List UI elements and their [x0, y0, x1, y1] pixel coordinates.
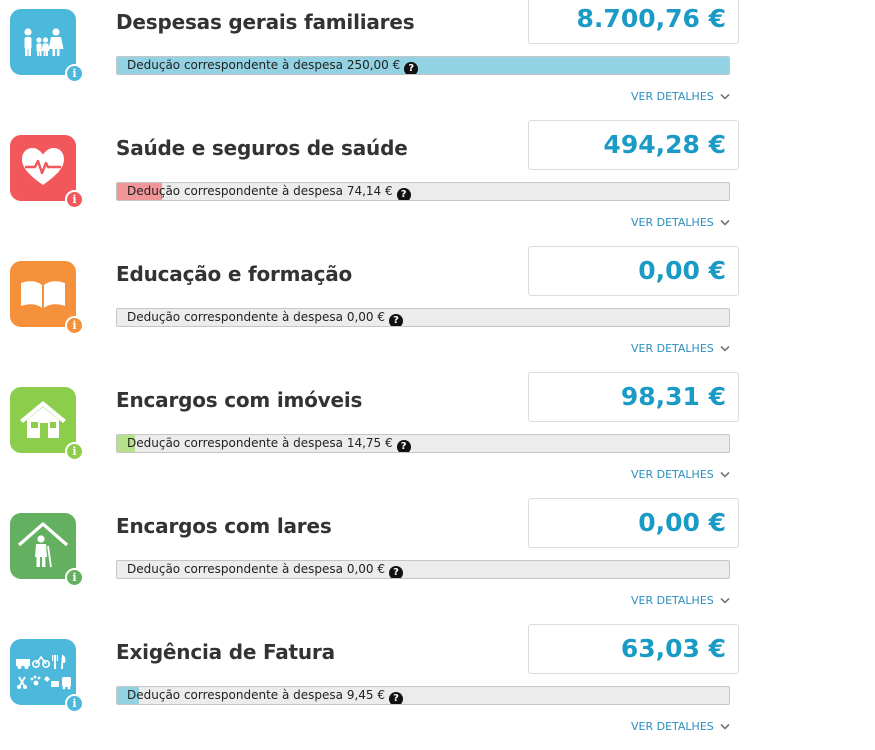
ver-detalhes-link[interactable]: VER DETALHES — [631, 90, 730, 103]
ver-detalhes-link[interactable]: VER DETALHES — [631, 720, 730, 733]
ver-detalhes-link[interactable]: VER DETALHES — [631, 594, 730, 607]
chevron-down-icon — [720, 723, 730, 730]
ver-detalhes-label: VER DETALHES — [631, 342, 714, 355]
ver-detalhes-label: VER DETALHES — [631, 468, 714, 481]
help-icon[interactable]: ? — [404, 62, 419, 74]
expense-amount: 98,31 € — [528, 372, 739, 422]
ver-detalhes-label: VER DETALHES — [631, 720, 714, 733]
category-icon-wrapper: i — [10, 135, 84, 209]
expense-amount: 0,00 € — [528, 246, 739, 296]
category-title: Encargos com imóveis — [116, 388, 363, 412]
ver-detalhes-label: VER DETALHES — [631, 90, 714, 103]
elderly-home-icon — [10, 513, 76, 579]
info-icon[interactable]: i — [65, 442, 84, 461]
category-title: Despesas gerais familiares — [116, 10, 415, 34]
info-icon[interactable]: i — [65, 316, 84, 335]
info-icon[interactable]: i — [65, 694, 84, 713]
expense-amount: 8.700,76 € — [528, 0, 739, 44]
deduction-text: Dedução correspondente à despesa 14,75 € — [127, 436, 393, 450]
help-icon[interactable]: ? — [389, 314, 403, 326]
help-icon[interactable]: ? — [396, 440, 411, 452]
ver-detalhes-label: VER DETALHES — [631, 594, 714, 607]
category-icon-wrapper: i — [10, 261, 84, 335]
ver-detalhes-link[interactable]: VER DETALHES — [631, 342, 730, 355]
deduction-row-property: i Encargos com imóveis 98,31 € Dedução c… — [0, 372, 875, 504]
category-icon-wrapper: i — [10, 639, 84, 713]
chevron-down-icon — [720, 219, 730, 226]
deduction-progress-bar: Dedução correspondente à despesa 14,75 €… — [116, 434, 730, 453]
deduction-text: Dedução correspondente à despesa 74,14 € — [127, 184, 393, 198]
deduction-text: Dedução correspondente à despesa 0,00 € — [127, 310, 385, 324]
help-icon[interactable]: ? — [389, 692, 403, 704]
book-icon — [10, 261, 76, 327]
deduction-row-health: i Saúde e seguros de saúde 494,28 € Dedu… — [0, 120, 875, 252]
deduction-progress-bar: Dedução correspondente à despesa 0,00 €? — [116, 308, 730, 327]
heart-pulse-icon — [10, 135, 76, 201]
family-icon — [10, 9, 76, 75]
chevron-down-icon — [720, 597, 730, 604]
category-title: Encargos com lares — [116, 514, 332, 538]
info-icon[interactable]: i — [65, 64, 84, 83]
deduction-row-family: i Despesas gerais familiares 8.700,76 € … — [0, 0, 875, 126]
deduction-text: Dedução correspondente à despesa 250,00 … — [127, 58, 401, 72]
deduction-text: Dedução correspondente à despesa 9,45 € — [127, 688, 385, 702]
deduction-text: Dedução correspondente à despesa 0,00 € — [127, 562, 385, 576]
chevron-down-icon — [720, 93, 730, 100]
help-icon[interactable]: ? — [396, 188, 411, 200]
help-icon[interactable]: ? — [389, 566, 403, 578]
category-icon-wrapper: i — [10, 387, 84, 461]
invoice-sectors-icon — [10, 639, 76, 705]
deduction-label: Dedução correspondente à despesa 14,75 €… — [127, 435, 411, 452]
expense-amount: 494,28 € — [528, 120, 739, 170]
deduction-label: Dedução correspondente à despesa 0,00 €? — [127, 309, 403, 326]
category-title: Educação e formação — [116, 262, 353, 286]
deduction-label: Dedução correspondente à despesa 9,45 €? — [127, 687, 403, 704]
chevron-down-icon — [720, 345, 730, 352]
expense-amount: 0,00 € — [528, 498, 739, 548]
ver-detalhes-label: VER DETALHES — [631, 216, 714, 229]
ver-detalhes-link[interactable]: VER DETALHES — [631, 216, 730, 229]
deduction-label: Dedução correspondente à despesa 250,00 … — [127, 57, 419, 74]
deduction-progress-bar: Dedução correspondente à despesa 250,00 … — [116, 56, 730, 75]
deduction-label: Dedução correspondente à despesa 0,00 €? — [127, 561, 403, 578]
category-icon-wrapper: i — [10, 513, 84, 587]
info-icon[interactable]: i — [65, 190, 84, 209]
chevron-down-icon — [720, 471, 730, 478]
deduction-row-care-homes: i Encargos com lares 0,00 € Dedução corr… — [0, 498, 875, 630]
ver-detalhes-link[interactable]: VER DETALHES — [631, 468, 730, 481]
deduction-row-invoice: i Exigência de Fatura 63,03 € Dedução co… — [0, 624, 875, 750]
info-icon[interactable]: i — [65, 568, 84, 587]
deduction-progress-bar: Dedução correspondente à despesa 74,14 €… — [116, 182, 730, 201]
deduction-row-education: i Educação e formação 0,00 € Dedução cor… — [0, 246, 875, 378]
expense-amount: 63,03 € — [528, 624, 739, 674]
deduction-label: Dedução correspondente à despesa 74,14 €… — [127, 183, 411, 200]
house-icon — [10, 387, 76, 453]
category-title: Saúde e seguros de saúde — [116, 136, 408, 160]
deduction-progress-bar: Dedução correspondente à despesa 9,45 €? — [116, 686, 730, 705]
category-title: Exigência de Fatura — [116, 640, 335, 664]
category-icon-wrapper: i — [10, 9, 84, 83]
deduction-progress-bar: Dedução correspondente à despesa 0,00 €? — [116, 560, 730, 579]
